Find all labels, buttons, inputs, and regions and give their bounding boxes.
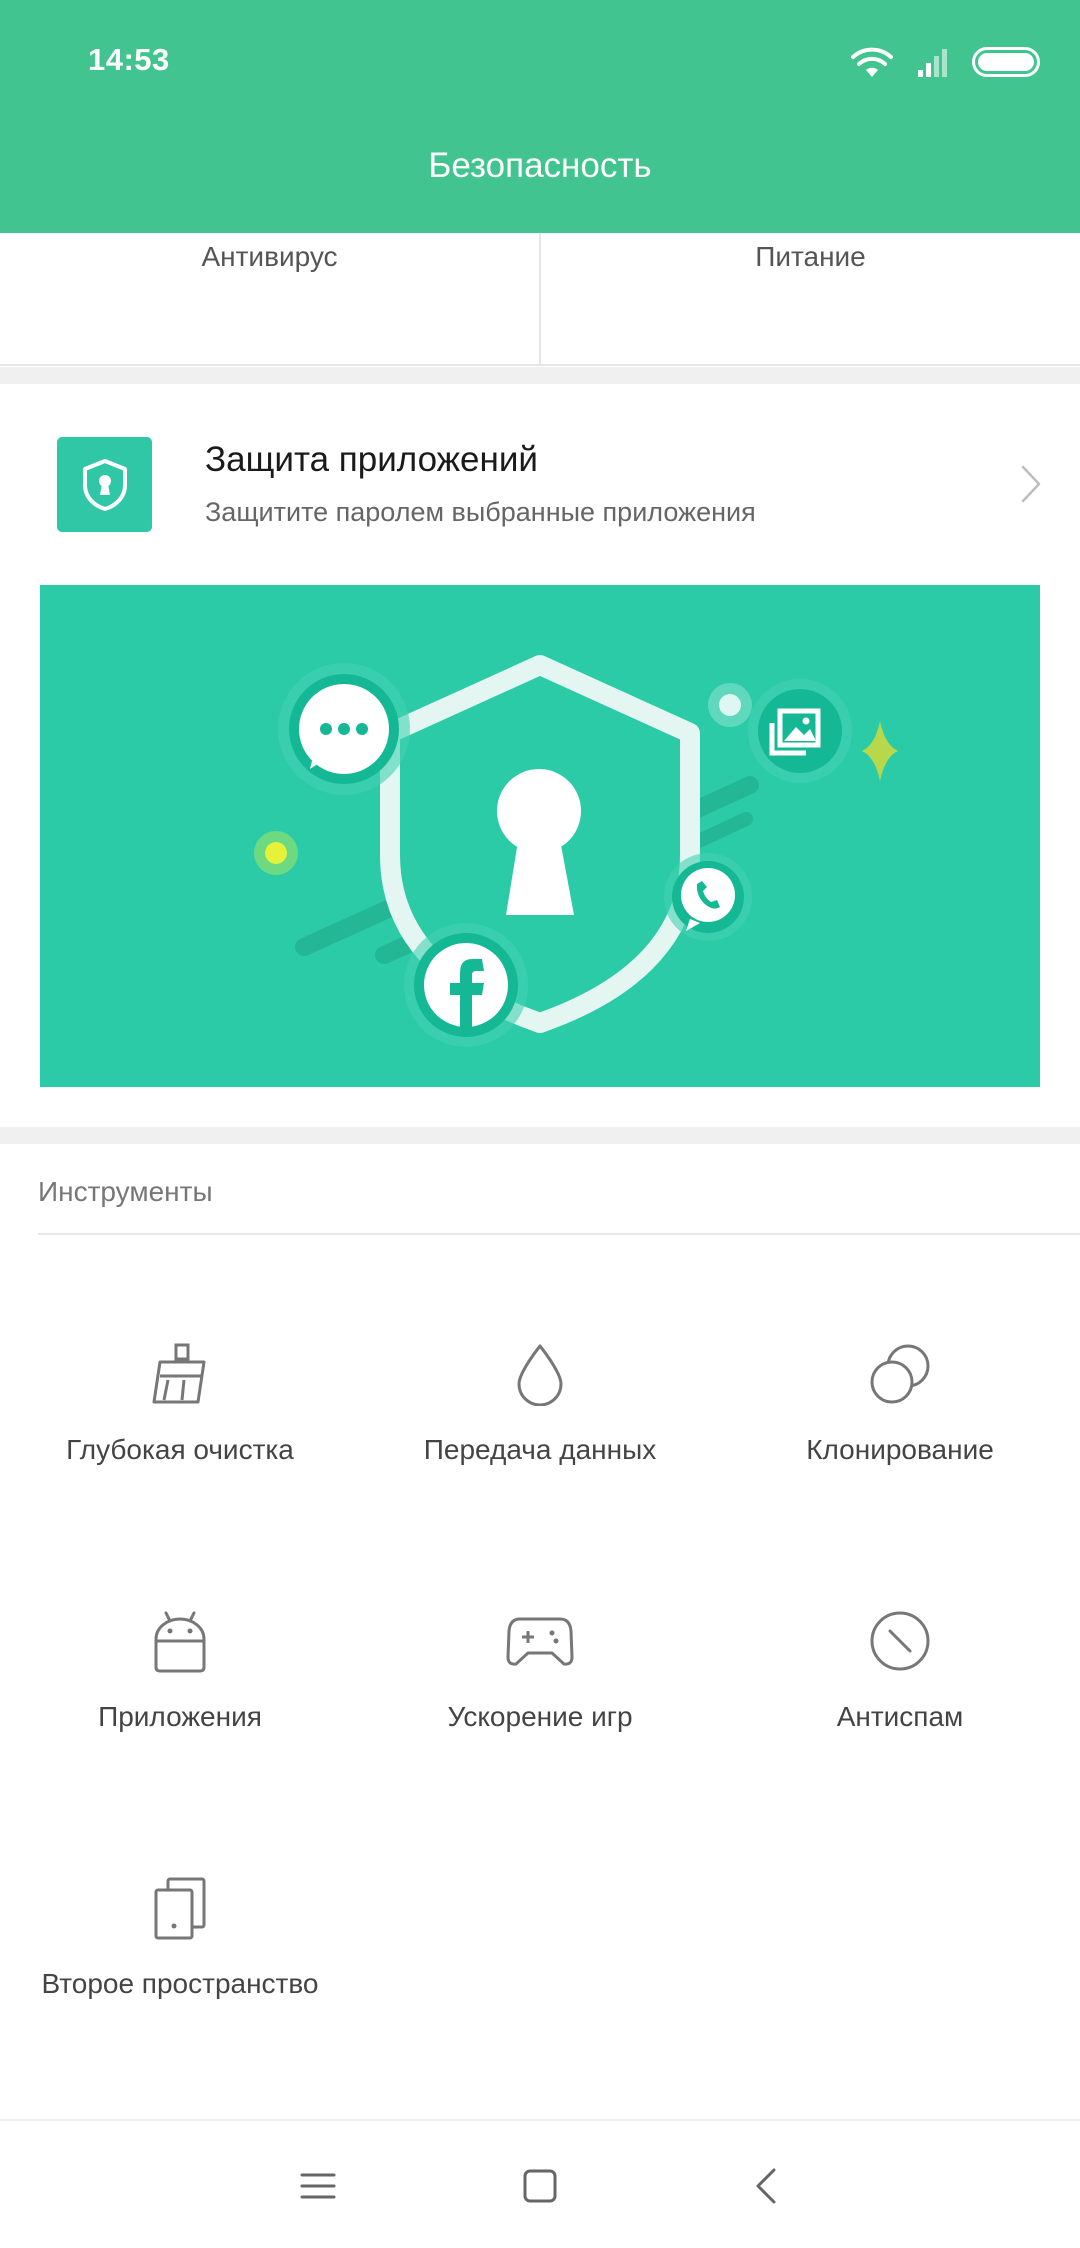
tool-label: Второе пространство: [41, 1968, 319, 1999]
clone-icon: [868, 1334, 932, 1414]
section-gap: [0, 367, 1080, 384]
tool-game-turbo[interactable]: Ускорение игр: [360, 1601, 720, 1801]
battery-label: Питание: [755, 241, 866, 272]
drop-icon: [515, 1334, 565, 1414]
app-lock-subtitle: Защитите паролем выбранные приложения: [205, 497, 756, 527]
tool-antispam[interactable]: Антиспам: [720, 1601, 1080, 1801]
tool-label: Антиспам: [836, 1701, 964, 1732]
signal-icon: [916, 46, 950, 78]
wifi-icon: [850, 45, 894, 79]
tool-label: Передача данных: [423, 1434, 657, 1465]
tool-label: Приложения: [98, 1701, 262, 1732]
tools-section: Инструменты Глубокая очистка Передача да…: [0, 1144, 1080, 2119]
menu-nav-button[interactable]: [293, 2161, 343, 2211]
tool-dual-apps[interactable]: Клонирование: [720, 1334, 1080, 1534]
status-time: 14:53: [88, 42, 170, 77]
tool-label: Глубокая очистка: [66, 1434, 294, 1465]
back-icon: [756, 2168, 776, 2204]
status-bar: 14:53: [0, 0, 1080, 124]
tool-second-space[interactable]: Второе пространство: [0, 1868, 360, 2068]
header: 14:53 Безопасность: [0, 0, 1080, 233]
chevron-right-icon: [1020, 464, 1042, 509]
second-space-icon: [150, 1868, 210, 1948]
banner-illustration: [254, 655, 898, 1047]
menu-icon: [300, 2173, 336, 2199]
tool-apps[interactable]: Приложения: [0, 1601, 360, 1801]
tool-deep-clean[interactable]: Глубокая очистка: [0, 1334, 360, 1534]
block-icon: [868, 1601, 932, 1681]
navigation-bar: [0, 2119, 1080, 2248]
app-lock-section: Защита приложений Защитите паролем выбра…: [0, 384, 1080, 1127]
back-nav-button[interactable]: [741, 2161, 791, 2211]
battery-card[interactable]: Питание: [539, 233, 1080, 364]
gamepad-icon: [506, 1601, 574, 1681]
section-gap: [0, 1127, 1080, 1144]
antivirus-card[interactable]: Антивирус: [0, 233, 539, 364]
shield-lock-icon: [57, 437, 152, 532]
android-icon: [152, 1601, 208, 1681]
antivirus-label: Антивирус: [201, 241, 338, 272]
tool-data-usage[interactable]: Передача данных: [360, 1334, 720, 1534]
app-lock-title: Защита приложений: [205, 440, 538, 479]
divider: [38, 1233, 1080, 1235]
tool-label: Клонирование: [806, 1434, 994, 1465]
battery-icon: [972, 47, 1040, 77]
tools-title: Инструменты: [38, 1176, 213, 1207]
home-icon: [523, 2169, 557, 2203]
broom-icon: [148, 1334, 212, 1414]
top-cards: Антивирус Питание: [0, 233, 1080, 366]
tool-label: Ускорение игр: [447, 1701, 633, 1732]
app-lock-row[interactable]: Защита приложений Защитите паролем выбра…: [0, 384, 1080, 584]
home-nav-button[interactable]: [515, 2161, 565, 2211]
page-title: Безопасность: [428, 146, 652, 185]
app-lock-banner[interactable]: [40, 585, 1040, 1087]
status-icons: [828, 44, 1040, 80]
